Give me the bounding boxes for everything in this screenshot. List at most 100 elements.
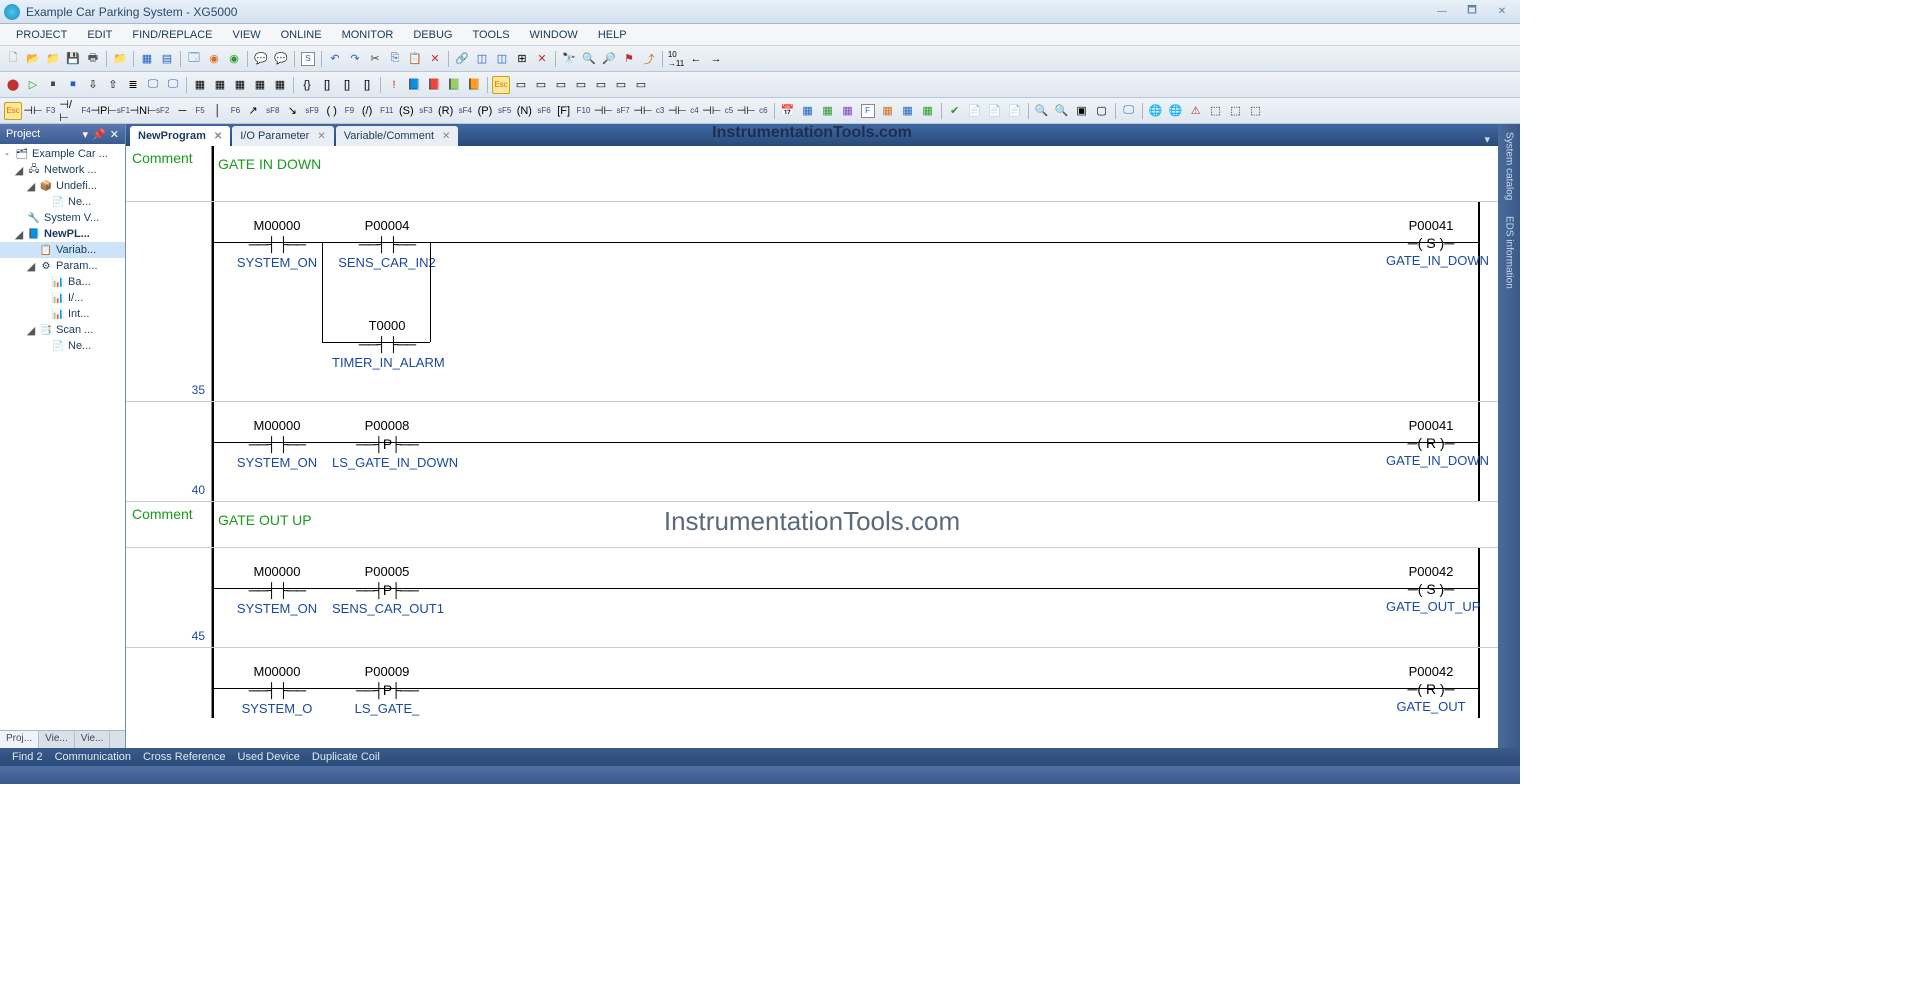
mon-icon[interactable]: 🖵 <box>144 76 162 94</box>
redo-icon[interactable]: ↷ <box>346 50 364 68</box>
fn7-icon[interactable]: ▭ <box>632 76 650 94</box>
ld10-icon[interactable]: (/) <box>358 102 376 120</box>
panel-tab-view1[interactable]: Vie... <box>39 731 75 748</box>
err-icon[interactable]: ⚠ <box>1187 102 1205 120</box>
tab-close-icon[interactable]: ✕ <box>317 131 325 142</box>
panel-tab-project[interactable]: Proj... <box>0 731 39 748</box>
ld12-icon[interactable]: (R) <box>437 102 455 120</box>
grid3-icon[interactable]: ▦ <box>231 76 249 94</box>
zoom-out-icon[interactable]: 🔍 <box>1053 102 1071 120</box>
contact-m00000[interactable]: M00000 ──┤ ├── SYSTEM_ON <box>222 218 332 271</box>
panel-menu-icon[interactable]: ▾ <box>83 128 89 141</box>
excl-icon[interactable]: ! <box>385 76 403 94</box>
brk3-icon[interactable]: [] <box>338 76 356 94</box>
window-icon[interactable]: 🗔 <box>185 50 203 68</box>
ld16-icon[interactable]: ⊣⊢ <box>594 102 612 120</box>
book2-icon[interactable]: 📕 <box>425 76 443 94</box>
step10-icon[interactable]: 10→11 <box>667 50 685 68</box>
grid-c-icon[interactable]: ▦ <box>839 102 857 120</box>
new-icon[interactable]: 🗋 <box>4 50 22 68</box>
circle-icon[interactable]: ◉ <box>205 50 223 68</box>
menu-project[interactable]: PROJECT <box>6 26 77 44</box>
ld18-icon[interactable]: ⊣⊢ <box>668 102 686 120</box>
link-icon[interactable]: 🔗 <box>453 50 471 68</box>
right-tab-eds-info[interactable]: EDS information <box>1504 208 1515 297</box>
grid-icon[interactable]: ▦ <box>191 76 209 94</box>
ld15-icon[interactable]: [F] <box>555 102 573 120</box>
ul-icon[interactable]: ⇧ <box>104 76 122 94</box>
ld2-icon[interactable]: ⊣/⊢ <box>59 102 77 120</box>
contact-p00004[interactable]: P00004 ──┤ ├── SENS_CAR_IN2 <box>332 218 442 271</box>
grid-e-icon[interactable]: ▦ <box>899 102 917 120</box>
book-icon[interactable]: 📘 <box>405 76 423 94</box>
grid-f-icon[interactable]: ▦ <box>919 102 937 120</box>
collapse-icon[interactable]: ▣ <box>1073 102 1091 120</box>
pause-icon[interactable]: ⏸ <box>44 76 62 94</box>
misc2-icon[interactable]: ⬚ <box>1227 102 1245 120</box>
ld19-icon[interactable]: ⊣⊢ <box>703 102 721 120</box>
right-tab-system-catalog[interactable]: System catalog <box>1504 124 1515 208</box>
ld13-icon[interactable]: (P) <box>476 102 494 120</box>
coil-p00041-s[interactable]: P00041 ─( S )─ GATE_IN_DOWN <box>1386 218 1476 269</box>
tree-item[interactable]: 📊Int... <box>0 306 125 322</box>
tree-item[interactable]: 📋Variab... <box>0 242 125 258</box>
globe-icon[interactable]: 🌐 <box>1147 102 1165 120</box>
tree-item[interactable]: ◢📘NewPL... <box>0 226 125 242</box>
sys-icon[interactable]: S <box>299 50 317 68</box>
fn3-icon[interactable]: ▭ <box>552 76 570 94</box>
ld9-icon[interactable]: ( ) <box>323 102 341 120</box>
cmp-icon[interactable]: ≣ <box>124 76 142 94</box>
docy-icon[interactable]: 📄 <box>986 102 1004 120</box>
menu-window[interactable]: WINDOW <box>520 26 588 44</box>
tab-close-icon[interactable]: ✕ <box>442 131 450 142</box>
ladder-canvas[interactable]: Comment GATE IN DOWN 35 M00000 ──┤ ├── S… <box>126 146 1498 748</box>
tree-item[interactable]: 🔧System V... <box>0 210 125 226</box>
fn2-icon[interactable]: ▭ <box>532 76 550 94</box>
coil-p00042-s[interactable]: P00042─( S )─GATE_OUT_UP <box>1386 564 1476 615</box>
contact-m00000-2[interactable]: M00000──┤ ├──SYSTEM_ON <box>222 418 332 471</box>
menu-view[interactable]: VIEW <box>222 26 270 44</box>
fn1-icon[interactable]: ▭ <box>512 76 530 94</box>
goto-icon[interactable]: ⤴ <box>640 50 658 68</box>
tree-item[interactable]: ◢⚙Param... <box>0 258 125 274</box>
tree-item[interactable]: ◢🖧Network ... <box>0 162 125 178</box>
dl-icon[interactable]: ⇩ <box>84 76 102 94</box>
paste-icon[interactable]: 📋 <box>406 50 424 68</box>
ld14-icon[interactable]: (N) <box>515 102 533 120</box>
copy-icon[interactable]: ⎘ <box>386 50 404 68</box>
bottom-tab-used-device[interactable]: Used Device <box>232 751 306 763</box>
coil-p00041-r[interactable]: P00041─( R )─GATE_IN_DOWN <box>1386 418 1476 469</box>
misc3-icon[interactable]: ⬚ <box>1247 102 1265 120</box>
net2-icon[interactable]: ◫ <box>493 50 511 68</box>
folder-icon[interactable]: 📁 <box>111 50 129 68</box>
docz-icon[interactable]: 📄 <box>1006 102 1024 120</box>
panel-tab-view2[interactable]: Vie... <box>75 731 111 748</box>
esc2-icon[interactable]: Esc <box>4 102 22 120</box>
menu-find-replace[interactable]: FIND/REPLACE <box>122 26 222 44</box>
play-icon[interactable]: ▷ <box>24 76 42 94</box>
maximize-button[interactable]: 🗖 <box>1458 3 1486 21</box>
tab-menu-icon[interactable]: ▾ <box>1480 133 1494 146</box>
ld7-icon[interactable]: ↗ <box>244 102 262 120</box>
tab-close-icon[interactable]: ✕ <box>214 131 222 142</box>
find-icon[interactable]: 🔍 <box>580 50 598 68</box>
expand-icon[interactable]: ▢ <box>1093 102 1111 120</box>
globe2-icon[interactable]: 🌐 <box>1167 102 1185 120</box>
menu-monitor[interactable]: MONITOR <box>332 26 404 44</box>
bottom-tab-cross-reference[interactable]: Cross Reference <box>137 751 232 763</box>
disc-icon[interactable]: ◉ <box>225 50 243 68</box>
tab-newprogram[interactable]: NewProgram✕ <box>130 126 230 146</box>
panel-close-icon[interactable]: ✕ <box>110 128 119 141</box>
grid5-icon[interactable]: ▦ <box>271 76 289 94</box>
fn4-icon[interactable]: ▭ <box>572 76 590 94</box>
tree-item[interactable]: -🗂Example Car ... <box>0 146 125 162</box>
book4-icon[interactable]: 📙 <box>465 76 483 94</box>
ld6-icon[interactable]: │ <box>209 102 227 120</box>
net3-icon[interactable]: ⊞ <box>513 50 531 68</box>
tab-io-parameter[interactable]: I/O Parameter✕ <box>232 126 333 146</box>
brk4-icon[interactable]: [] <box>358 76 376 94</box>
ld4-icon[interactable]: ⊣N⊢ <box>134 102 152 120</box>
menu-help[interactable]: HELP <box>588 26 637 44</box>
tree-item[interactable]: ◢📑Scan ... <box>0 322 125 338</box>
panel-pin-icon[interactable]: 📌 <box>92 128 106 141</box>
